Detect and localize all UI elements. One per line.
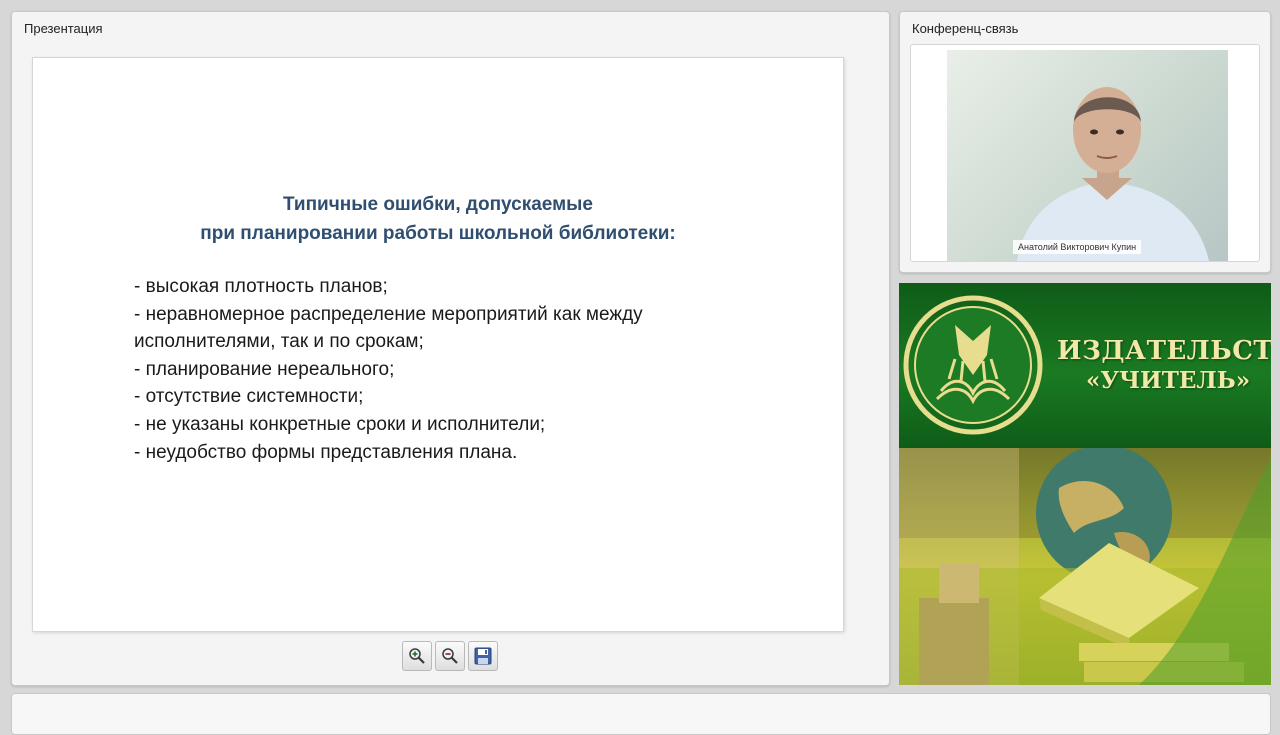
books-globe-image [899,448,1271,685]
participant-name-caption: Анатолий Викторович Купин [1013,240,1142,254]
books-globe-illustration [899,448,1271,685]
slide-list-item: - неравномерное распределение мероприяти… [134,303,643,353]
slide-list-item: - отсутствие системности; [134,386,364,408]
slide-title-line-2: при планировании работы школьной библиот… [200,223,676,244]
publisher-logo [903,295,1043,435]
participant-video: Анатолий Викторович Купин [947,50,1228,261]
video-frame: Анатолий Викторович Купин [910,44,1260,262]
slide-title: Типичные ошибки, допускаемые при планиро… [33,190,843,248]
publisher-name-line-2: «УЧИТЕЛЬ» [1086,367,1251,394]
zoom-out-icon [442,648,458,664]
floppy-disk-icon [474,647,492,665]
speaker-figure [1017,87,1209,261]
presentation-panel-title: Презентация [24,21,103,36]
zoom-in-icon [409,648,425,664]
slide-list-item: - планирование нереального; [134,358,395,380]
slide-list-item: - не указаны конкретные сроки и исполнит… [134,413,546,435]
presentation-slide: Типичные ошибки, допускаемые при планиро… [32,57,844,632]
publisher-name-line-1: ИЗДАТЕЛЬСТВО [1057,336,1271,366]
slide-list-item: - высокая плотность планов; [134,276,388,297]
slide-list-item: - неудобство формы представления плана. [134,441,518,463]
zoom-out-button[interactable] [435,641,465,671]
zoom-in-button[interactable] [402,641,432,671]
bottom-panel [11,693,1271,735]
slide-title-line-1: Типичные ошибки, допускаемые [283,194,593,215]
presentation-panel: Презентация Типичные ошибки, допускаемые… [11,11,890,686]
save-button[interactable] [468,641,498,671]
slide-bullet-list: - высокая плотность планов; - неравномер… [134,273,754,466]
conference-panel: Конференц-связь Анатолий Викторович Купи… [899,11,1271,273]
publisher-banner: ИЗДАТЕЛЬСТВО «УЧИТЕЛЬ» [899,283,1271,448]
conference-panel-title: Конференц-связь [912,21,1019,36]
